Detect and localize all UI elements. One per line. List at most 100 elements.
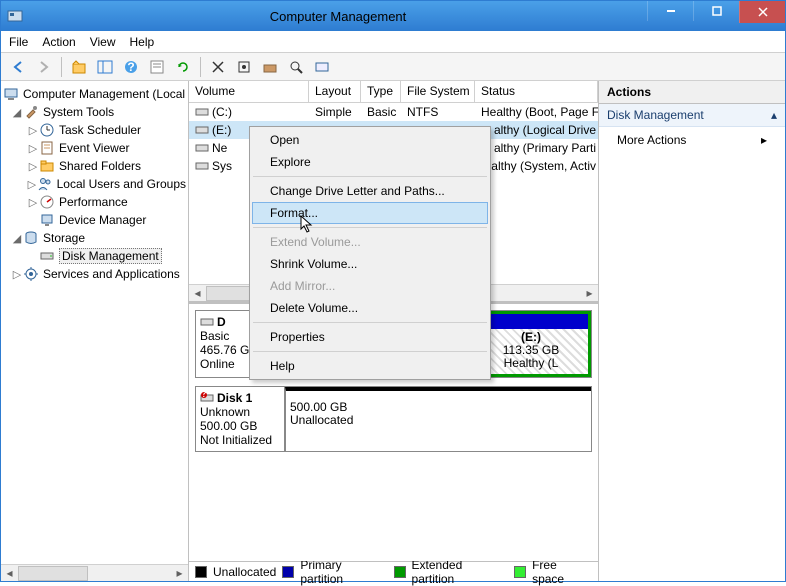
scroll-thumb[interactable] xyxy=(18,566,88,581)
tool-button-2[interactable] xyxy=(233,56,255,78)
col-layout[interactable]: Layout xyxy=(309,81,361,102)
tool-button-3[interactable] xyxy=(259,56,281,78)
refresh-button[interactable] xyxy=(172,56,194,78)
expand-icon[interactable]: ▷ xyxy=(27,160,39,173)
expand-icon[interactable]: ▷ xyxy=(27,196,39,209)
maximize-button[interactable] xyxy=(693,1,739,21)
tree-services[interactable]: Services and Applications xyxy=(43,267,180,281)
actions-section[interactable]: Disk Management▴ xyxy=(599,104,785,127)
tree-device-manager[interactable]: Device Manager xyxy=(59,213,146,227)
tree-local-users[interactable]: Local Users and Groups xyxy=(57,177,186,191)
tree-event-viewer[interactable]: Event Viewer xyxy=(59,141,129,155)
services-icon xyxy=(23,266,39,282)
ctx-open[interactable]: Open xyxy=(252,129,488,151)
menu-view[interactable]: View xyxy=(90,35,116,49)
ctx-properties[interactable]: Properties xyxy=(252,326,488,348)
minimize-button[interactable] xyxy=(647,1,693,21)
tree-system-tools[interactable]: System Tools xyxy=(43,105,114,119)
app-icon xyxy=(7,8,23,24)
ctx-mirror: Add Mirror... xyxy=(252,275,488,297)
legend-swatch-primary xyxy=(282,566,294,578)
svg-text:?: ? xyxy=(127,60,134,74)
ctx-extend: Extend Volume... xyxy=(252,231,488,253)
ctx-format[interactable]: Format... xyxy=(252,202,488,224)
ctx-shrink[interactable]: Shrink Volume... xyxy=(252,253,488,275)
expand-icon[interactable]: ▷ xyxy=(27,178,37,191)
menubar: File Action View Help xyxy=(1,31,785,53)
col-status[interactable]: Status xyxy=(475,81,598,102)
chevron-right-icon: ▸ xyxy=(761,133,767,147)
col-volume[interactable]: Volume xyxy=(189,81,309,102)
legend-swatch-unallocated xyxy=(195,566,207,578)
drive-icon xyxy=(195,141,209,155)
tree-performance[interactable]: Performance xyxy=(59,195,128,209)
computer-icon xyxy=(3,86,19,102)
scroll-right-icon[interactable]: ▸ xyxy=(171,565,188,582)
back-button[interactable] xyxy=(7,56,29,78)
toolbar: ? xyxy=(1,53,785,81)
tree-hscrollbar[interactable]: ◂ ▸ xyxy=(1,564,188,581)
actions-more[interactable]: More Actions▸ xyxy=(599,127,785,153)
legend-swatch-extended xyxy=(394,566,406,578)
tool-button-1[interactable] xyxy=(207,56,229,78)
tree-shared-folders[interactable]: Shared Folders xyxy=(59,159,141,173)
event-icon xyxy=(39,140,55,156)
tools-icon xyxy=(23,104,39,120)
forward-button[interactable] xyxy=(33,56,55,78)
device-icon xyxy=(39,212,55,228)
partition-unallocated[interactable]: 500.00 GB Unallocated xyxy=(285,387,591,451)
disk-info[interactable]: ?Disk 1 Unknown 500.00 GB Not Initialize… xyxy=(195,386,285,452)
menu-file[interactable]: File xyxy=(9,35,28,49)
performance-icon xyxy=(39,194,55,210)
clock-icon xyxy=(39,122,55,138)
expand-icon[interactable]: ▷ xyxy=(11,268,23,281)
volume-list-header: Volume Layout Type File System Status xyxy=(189,81,598,103)
expand-icon[interactable]: ▷ xyxy=(27,124,39,137)
actions-header: Actions xyxy=(599,81,785,104)
scroll-left-icon[interactable]: ◂ xyxy=(189,285,206,302)
titlebar: Computer Management xyxy=(1,1,785,31)
up-button[interactable] xyxy=(68,56,90,78)
collapse-icon[interactable]: ◢ xyxy=(11,106,23,119)
collapse-arrow-icon: ▴ xyxy=(771,108,777,122)
tree-disk-management[interactable]: Disk Management xyxy=(59,248,162,264)
ctx-change-letter[interactable]: Change Drive Letter and Paths... xyxy=(252,180,488,202)
svg-text:?: ? xyxy=(201,391,208,400)
drive-icon xyxy=(195,159,209,173)
ctx-help[interactable]: Help xyxy=(252,355,488,377)
help-button[interactable]: ? xyxy=(120,56,142,78)
storage-icon xyxy=(23,230,39,246)
menu-help[interactable]: Help xyxy=(130,35,155,49)
tree-storage[interactable]: Storage xyxy=(43,231,85,245)
properties-button[interactable] xyxy=(146,56,168,78)
menu-action[interactable]: Action xyxy=(42,35,75,49)
expand-icon[interactable]: ▷ xyxy=(27,142,39,155)
drive-icon xyxy=(195,105,209,119)
actions-pane: Actions Disk Management▴ More Actions▸ xyxy=(599,81,785,581)
legend-swatch-free xyxy=(514,566,526,578)
show-hide-tree-button[interactable] xyxy=(94,56,116,78)
disk-icon xyxy=(200,315,214,329)
col-filesystem[interactable]: File System xyxy=(401,81,475,102)
folder-icon xyxy=(39,158,55,174)
context-menu: Open Explore Change Drive Letter and Pat… xyxy=(249,126,491,380)
col-type[interactable]: Type xyxy=(361,81,401,102)
ctx-delete[interactable]: Delete Volume... xyxy=(252,297,488,319)
drive-icon xyxy=(195,123,209,137)
scroll-right-icon[interactable]: ▸ xyxy=(581,285,598,302)
tool-button-4[interactable] xyxy=(285,56,307,78)
disk-icon xyxy=(39,248,55,264)
volume-row[interactable]: (C:) Simple Basic NTFS Healthy (Boot, Pa… xyxy=(189,103,598,121)
tool-button-5[interactable] xyxy=(311,56,333,78)
tree-root[interactable]: Computer Management (Local xyxy=(23,87,185,101)
users-icon xyxy=(37,176,53,192)
scroll-left-icon[interactable]: ◂ xyxy=(1,565,18,582)
ctx-explore[interactable]: Explore xyxy=(252,151,488,173)
disk-unknown-icon: ? xyxy=(200,391,214,405)
legend: Unallocated Primary partition Extended p… xyxy=(189,561,598,581)
close-button[interactable] xyxy=(739,1,785,23)
collapse-icon[interactable]: ◢ xyxy=(11,232,23,245)
tree-task-scheduler[interactable]: Task Scheduler xyxy=(59,123,141,137)
disk-row: ?Disk 1 Unknown 500.00 GB Not Initialize… xyxy=(195,386,592,452)
window-title: Computer Management xyxy=(29,9,647,24)
